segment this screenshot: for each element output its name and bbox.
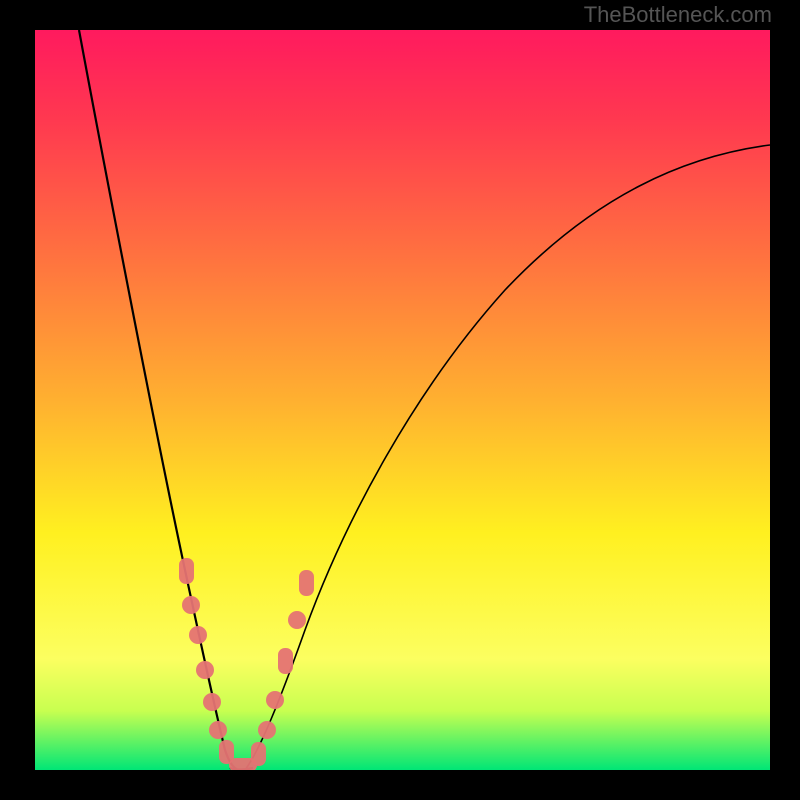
chart-overlay: [35, 30, 770, 770]
curve-right: [245, 145, 770, 770]
marker-dot: [258, 721, 276, 739]
marker-dot: [251, 742, 266, 766]
chart-frame: TheBottleneck.com: [0, 0, 800, 800]
marker-dot: [179, 558, 194, 584]
marker-dot: [203, 693, 221, 711]
marker-dot: [189, 626, 207, 644]
marker-dot: [196, 661, 214, 679]
marker-dot: [299, 570, 314, 596]
watermark-text: TheBottleneck.com: [584, 2, 772, 28]
marker-group: [179, 558, 314, 770]
marker-dot: [266, 691, 284, 709]
marker-dot: [209, 721, 227, 739]
marker-dot: [182, 596, 200, 614]
marker-dot: [288, 611, 306, 629]
marker-dot: [278, 648, 293, 674]
curve-left: [79, 30, 240, 770]
chart-plot-area: [35, 30, 770, 770]
